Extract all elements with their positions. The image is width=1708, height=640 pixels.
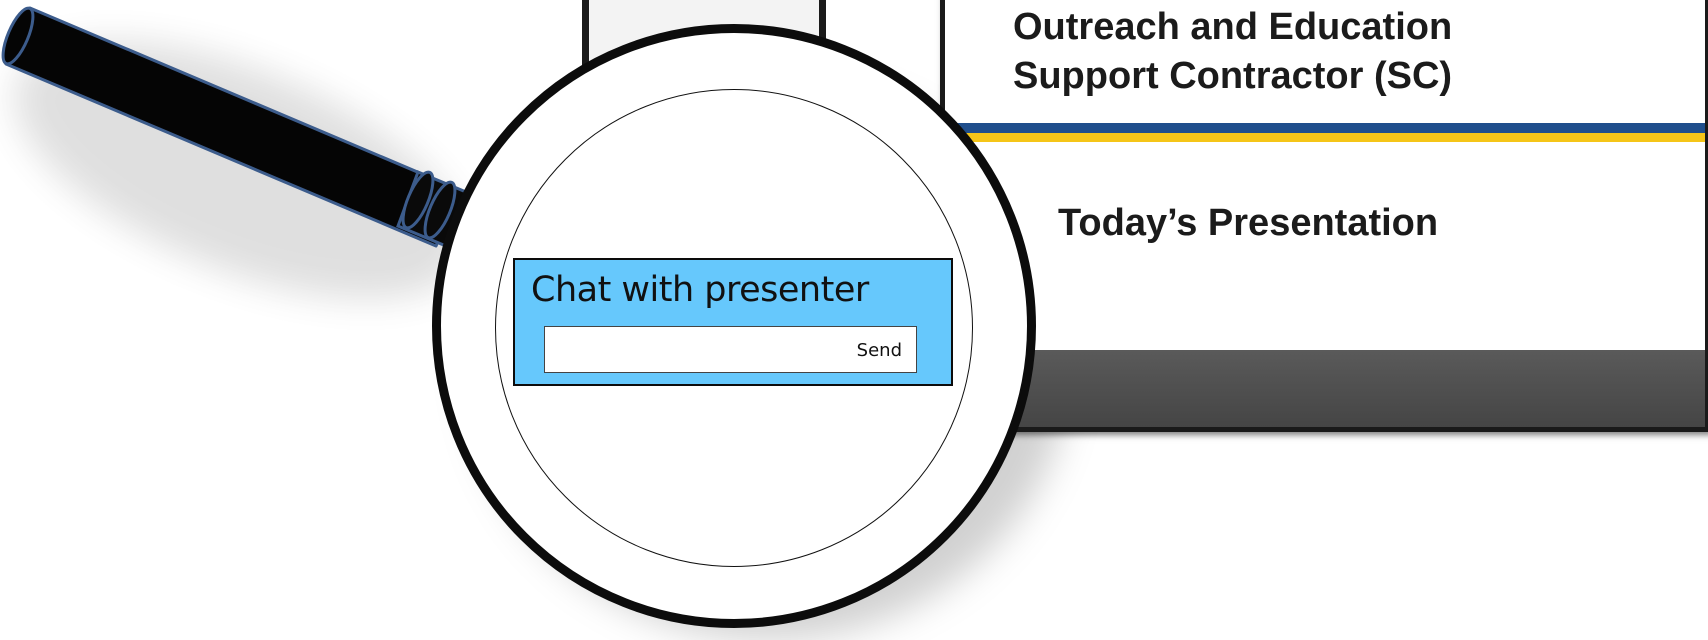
- slide-footer-bar: [945, 350, 1705, 427]
- slide-stripe-gold: [945, 133, 1705, 142]
- chat-title: Chat with presenter: [531, 270, 869, 310]
- magnifier-handle: [1, 6, 468, 248]
- slide-stripe-blue: [945, 123, 1705, 133]
- magnifying-glass-icon: [1, 6, 468, 248]
- chat-message-input[interactable]: [551, 335, 845, 365]
- slide-subtitle: Today’s Presentation: [1058, 202, 1439, 244]
- send-button[interactable]: Send: [857, 336, 902, 364]
- presentation-slide: Outreach and Education Support Contracto…: [940, 0, 1708, 432]
- slide-heading: Outreach and Education Support Contracto…: [1013, 6, 1453, 97]
- chat-input-box: Send: [544, 326, 917, 373]
- chat-panel: Chat with presenter Send: [513, 258, 953, 386]
